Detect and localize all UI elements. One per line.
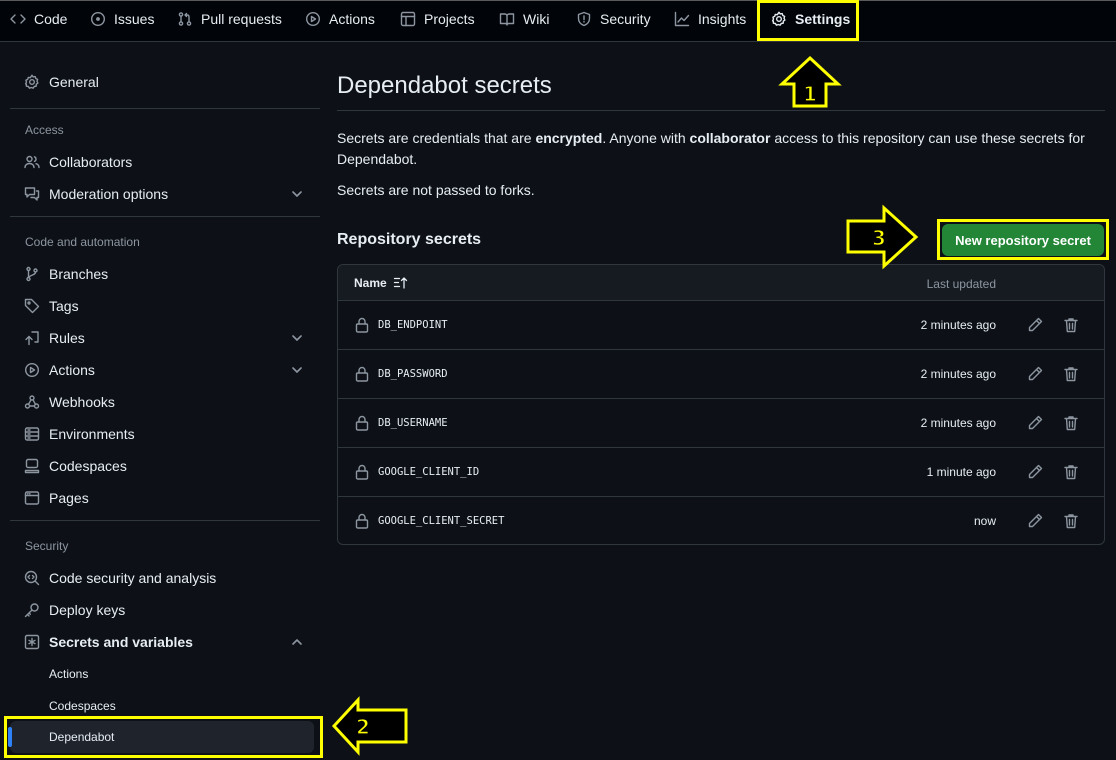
annotation-number-1: 1 xyxy=(803,82,817,106)
annotation-arrows: 1 2 3 xyxy=(331,55,919,756)
annotation-arrow-2 xyxy=(331,696,408,756)
annotation-number-2: 2 xyxy=(356,715,370,739)
annotation-number-3: 3 xyxy=(872,226,886,250)
